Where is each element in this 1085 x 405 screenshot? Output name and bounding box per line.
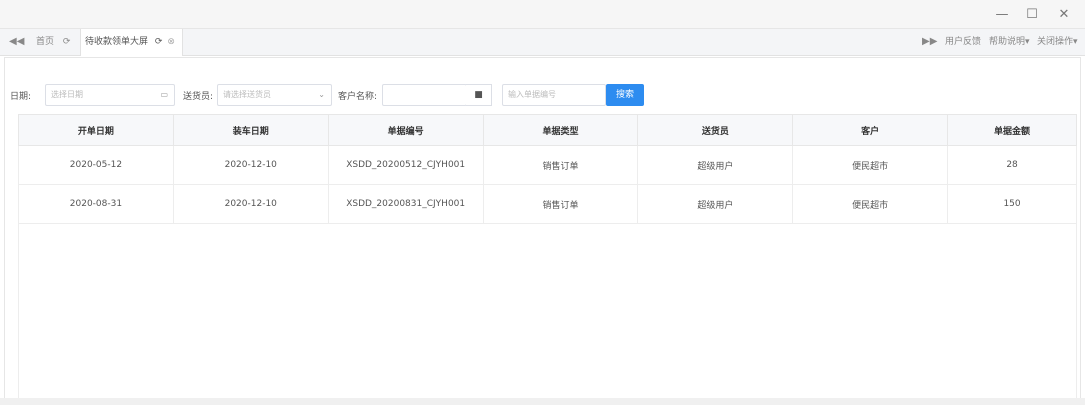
column-header[interactable]: 单据类型	[482, 114, 639, 146]
table-cell: 2020-08-31	[18, 184, 174, 224]
feedback-link[interactable]: 用户反馈	[945, 29, 981, 55]
table-cell: 超级用户	[637, 145, 794, 185]
orders-table: 开单日期 装车日期 单据编号 单据类型 送货员 客户 单据金额 2020-05-…	[18, 114, 1077, 224]
customer-label: 客户名称:	[338, 92, 378, 102]
table-cell: 便民超市	[792, 145, 949, 185]
column-header[interactable]: 单据编号	[327, 114, 484, 146]
table-cell: 150	[947, 184, 1077, 224]
table-cell: 销售订单	[482, 184, 639, 224]
date-label: 日期:	[10, 92, 32, 102]
order-number-input[interactable]: 输入单据编号	[502, 84, 606, 106]
table-cell: 2020-12-10	[172, 145, 329, 185]
calendar-icon: ▭	[160, 90, 168, 99]
tab-home-label: 首页	[36, 37, 55, 47]
column-header[interactable]: 客户	[792, 114, 949, 146]
table-cell: 销售订单	[482, 145, 639, 185]
column-header[interactable]: 开单日期	[18, 114, 174, 146]
table-cell: 28	[947, 145, 1077, 185]
table-row[interactable]: 2020-05-12 2020-12-10 XSDD_20200512_CJYH…	[18, 145, 1077, 185]
date-placeholder: 选择日期	[51, 90, 83, 99]
column-header[interactable]: 送货员	[637, 114, 794, 146]
main-content: 日期: 选择日期 ▭ 送货员: 请选择送货员 ⌄ 客户名称: ■ 输入单据编号 …	[4, 57, 1081, 405]
table-empty-area	[18, 221, 1077, 399]
tab-active-label: 待收款领单大屏	[85, 37, 149, 47]
table-cell: 2020-05-12	[18, 145, 174, 185]
close-button[interactable]: ✕	[1055, 6, 1073, 24]
refresh-icon[interactable]: ⟳	[155, 37, 163, 47]
courier-label: 送货员:	[183, 92, 214, 102]
courier-placeholder: 请选择送货员	[223, 90, 271, 99]
horizontal-scrollbar[interactable]	[0, 398, 1085, 405]
table-cell: 超级用户	[637, 184, 794, 224]
column-header[interactable]: 单据金额	[947, 114, 1077, 146]
scroll-left-icon[interactable]: ◀◀	[9, 29, 24, 55]
minimize-button[interactable]: —	[993, 6, 1011, 24]
scroll-right-icon[interactable]: ▶▶	[922, 29, 937, 55]
table-cell: XSDD_20200512_CJYH001	[327, 145, 484, 185]
trash-icon[interactable]: ■	[466, 84, 492, 106]
title-bar: — ☐ ✕	[0, 0, 1085, 29]
close-ops-menu[interactable]: 关闭操作▾	[1037, 29, 1078, 55]
help-menu[interactable]: 帮助说明▾	[989, 29, 1030, 55]
close-tab-icon[interactable]: ⊗	[167, 37, 175, 47]
order-number-placeholder: 输入单据编号	[508, 90, 556, 99]
table-cell: XSDD_20200831_CJYH001	[327, 184, 484, 224]
table-header-row: 开单日期 装车日期 单据编号 单据类型 送货员 客户 单据金额	[18, 114, 1077, 146]
caret-down-icon: ▾	[1073, 37, 1078, 47]
search-button[interactable]: 搜索	[606, 84, 644, 106]
filter-bar: 日期: 选择日期 ▭ 送货员: 请选择送货员 ⌄ 客户名称: ■ 输入单据编号 …	[5, 82, 1080, 108]
help-menu-label: 帮助说明	[989, 37, 1026, 47]
customer-input[interactable]	[382, 84, 467, 106]
courier-select[interactable]: 请选择送货员 ⌄	[217, 84, 332, 106]
tab-active[interactable]: 待收款领单大屏 ⟳ ⊗	[80, 29, 183, 56]
refresh-icon[interactable]: ⟳	[63, 37, 71, 47]
date-picker[interactable]: 选择日期 ▭	[45, 84, 175, 106]
table-cell: 2020-12-10	[172, 184, 329, 224]
maximize-button[interactable]: ☐	[1023, 6, 1041, 24]
tab-bar: ◀◀ 首页 ⟳ 待收款领单大屏 ⟳ ⊗ ▶▶ 用户反馈 帮助说明▾ 关闭操作▾	[0, 29, 1085, 56]
chevron-down-icon: ⌄	[318, 90, 325, 99]
caret-down-icon: ▾	[1025, 37, 1030, 47]
tab-home[interactable]: 首页 ⟳	[36, 29, 70, 55]
table-row[interactable]: 2020-08-31 2020-12-10 XSDD_20200831_CJYH…	[18, 184, 1077, 224]
close-ops-label: 关闭操作	[1037, 37, 1074, 47]
column-header[interactable]: 装车日期	[172, 114, 329, 146]
table-cell: 便民超市	[792, 184, 949, 224]
